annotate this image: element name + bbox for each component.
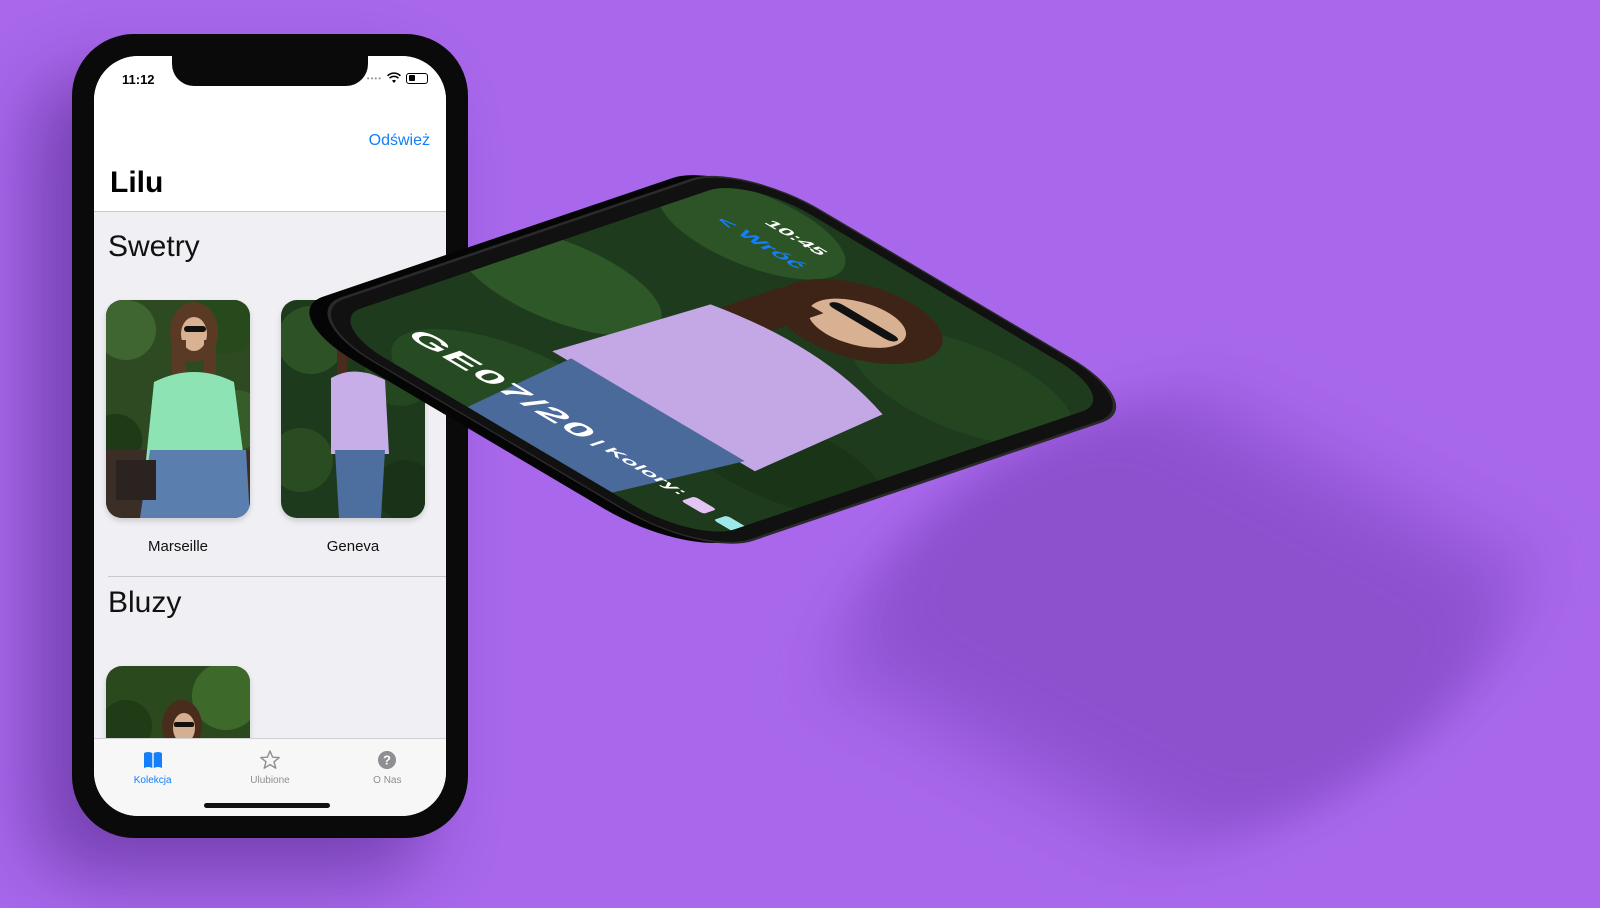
question-icon: ? [378,751,397,769]
refresh-button[interactable]: Odśwież [369,132,430,150]
tab-bar: Kolekcja Ulubione ? O Nas [94,738,446,816]
tab-o-nas[interactable]: ? O Nas [329,739,446,816]
section-separator [108,576,446,577]
tab-label-kolekcja: Kolekcja [133,775,172,786]
status-icons: •••• [367,72,428,84]
product-name-marseille: Marseille [147,538,208,555]
tab-kolekcja[interactable]: Kolekcja [94,739,211,816]
product-card-marseille[interactable]: Marseille [106,300,250,555]
book-icon [143,752,162,768]
phone-notch [172,56,368,86]
svg-text:?: ? [383,753,391,768]
phone-left: 11:12 •••• Odśwież Lilu Swetry Marseille… [72,34,468,838]
star-icon [260,750,280,769]
status-time: 11:12 [122,72,155,87]
home-indicator [204,803,330,808]
signal-icon: •••• [366,73,382,83]
section-title-swetry: Swetry [108,230,200,263]
product-name-geneva: Geneva [326,538,380,555]
tab-label-o-nas: O Nas [373,775,402,786]
color-swatch-white[interactable] [745,534,782,543]
wifi-icon [387,72,401,83]
section-title-bluzy: Bluzy [108,586,182,619]
tab-label-ulubione: Ulubione [250,775,290,786]
page-title: Lilu [110,166,164,199]
battery-icon [406,72,428,84]
navigation-bar: Odśwież Lilu [94,104,446,212]
product-image-marseille[interactable] [106,300,250,518]
phone-left-screen: 11:12 •••• Odśwież Lilu Swetry Marseille… [94,56,446,816]
